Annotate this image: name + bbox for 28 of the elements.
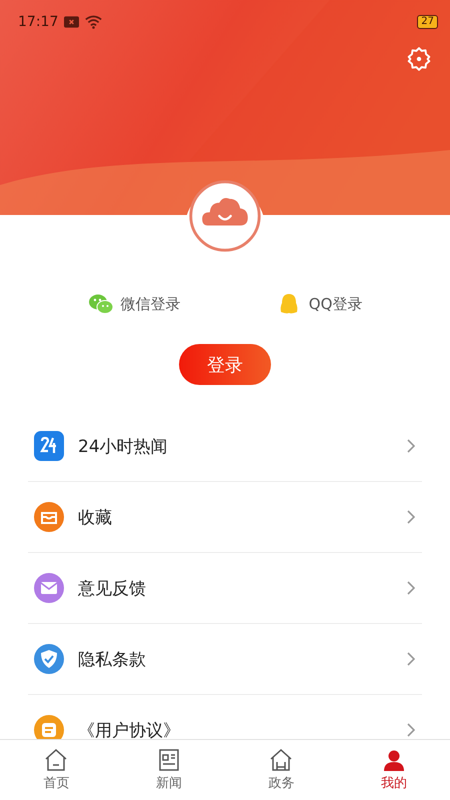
wifi-icon: [85, 15, 102, 29]
chevron-right-icon: [406, 580, 416, 596]
battery-level: 27: [417, 15, 438, 29]
sim-icon: [64, 16, 80, 28]
chevron-right-icon: [406, 651, 416, 667]
menu-item[interactable]: 24小时热闻: [78, 434, 406, 458]
social-login-link[interactable]: 微信登录: [88, 293, 181, 315]
person-icon: [382, 748, 406, 772]
house-icon: [44, 748, 68, 772]
house-icon: [269, 748, 294, 772]
chevron-right-icon: [406, 438, 416, 454]
tab-item[interactable]: 新闻: [112, 740, 225, 800]
avatar-icon[interactable]: [187, 178, 263, 254]
tab-item[interactable]: 政务: [225, 740, 338, 800]
social-login-link[interactable]: QQ登录: [276, 293, 362, 315]
menu-item[interactable]: 隐私条款: [78, 648, 406, 670]
newspaper-icon: [156, 748, 181, 772]
chat-bubbles-icon: [88, 293, 114, 315]
chevron-right-icon: [406, 509, 416, 525]
chevron-right-icon: [406, 722, 416, 738]
menu-item[interactable]: 意见反馈: [78, 576, 406, 600]
menu-item[interactable]: 《用户协议》: [78, 718, 406, 739]
settings-icon[interactable]: [406, 46, 432, 72]
tab-item[interactable]: 首页: [0, 740, 112, 800]
tab-item[interactable]: 我的: [338, 740, 450, 800]
login-button[interactable]: 登录: [179, 344, 271, 385]
menu-item[interactable]: 收藏: [78, 506, 406, 528]
status-time: 17:17: [18, 14, 58, 30]
